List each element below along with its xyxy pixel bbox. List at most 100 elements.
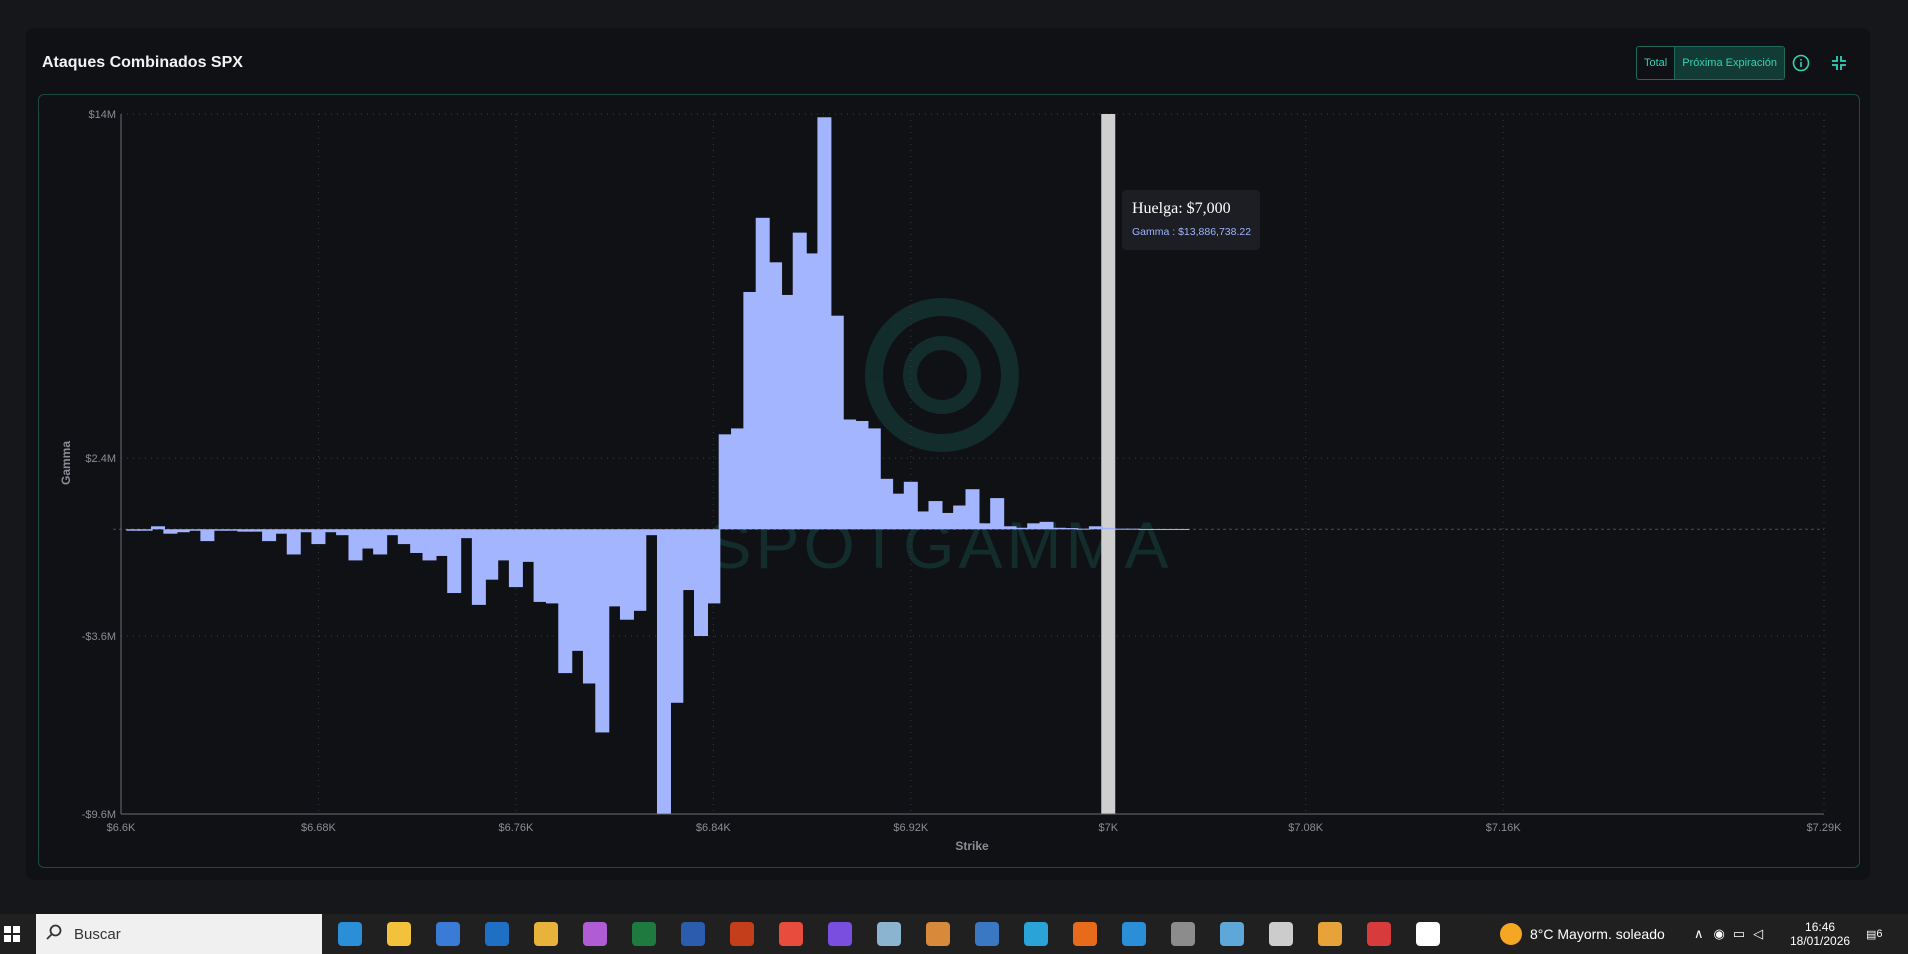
gamma-bar[interactable] — [360, 529, 375, 549]
paint-icon[interactable] — [926, 922, 950, 946]
gamma-bar[interactable] — [595, 529, 610, 733]
gamma-bar[interactable] — [792, 232, 807, 530]
droplet-icon[interactable] — [828, 922, 852, 946]
gamma-bar[interactable] — [348, 529, 363, 561]
gamma-bar[interactable] — [619, 529, 634, 620]
powerpoint-icon[interactable] — [730, 922, 754, 946]
gamma-bar[interactable] — [681, 529, 696, 591]
gamma-bar[interactable] — [1101, 527, 1116, 530]
gamma-bar[interactable] — [953, 505, 968, 530]
gamma-bar[interactable] — [842, 419, 857, 530]
gamma-bar[interactable] — [323, 529, 338, 533]
gamma-bar[interactable] — [916, 511, 931, 530]
tradingview-icon[interactable] — [1416, 922, 1440, 946]
gamma-bar[interactable] — [1088, 526, 1103, 530]
excel-icon[interactable] — [632, 922, 656, 946]
gamma-bar[interactable] — [1113, 528, 1128, 530]
gamma-bar[interactable] — [607, 529, 622, 607]
gamma-bar[interactable] — [1150, 528, 1165, 530]
recorder-icon[interactable] — [1367, 922, 1391, 946]
gamma-bar[interactable] — [286, 529, 301, 555]
gamma-bar[interactable] — [508, 529, 523, 588]
display-icon[interactable] — [1220, 922, 1244, 946]
start-icon[interactable] — [4, 926, 20, 942]
gamma-bar[interactable] — [397, 529, 412, 545]
gamma-bar[interactable] — [977, 523, 992, 530]
gamma-bar[interactable] — [780, 294, 795, 530]
gamma-bar[interactable] — [1027, 523, 1042, 530]
gamma-bar[interactable] — [817, 117, 832, 530]
gamma-bar[interactable] — [434, 529, 449, 556]
gamma-bar[interactable] — [126, 529, 141, 531]
gamma-bar[interactable] — [755, 217, 770, 530]
gamma-bar[interactable] — [706, 529, 721, 604]
gamma-bar[interactable] — [385, 529, 400, 536]
gamma-bar[interactable] — [373, 529, 388, 555]
gamma-bar[interactable] — [718, 434, 733, 530]
gamma-bar[interactable] — [138, 529, 153, 531]
gamma-bar[interactable] — [336, 529, 351, 536]
gamma-bar[interactable] — [731, 428, 746, 530]
gamma-bar[interactable] — [459, 529, 474, 539]
gamma-bar[interactable] — [484, 529, 499, 580]
gamma-bar[interactable] — [212, 529, 227, 531]
gamma-bar[interactable] — [1039, 521, 1054, 530]
gamma-bar[interactable] — [903, 481, 918, 530]
gamma-bar[interactable] — [1064, 528, 1079, 530]
gamma-bar[interactable] — [694, 529, 709, 637]
gamma-bar[interactable] — [1125, 528, 1140, 530]
gamma-bar[interactable] — [175, 529, 190, 533]
gamma-bar[interactable] — [866, 428, 881, 530]
outlook-icon[interactable] — [485, 922, 509, 946]
gamma-bar[interactable] — [311, 529, 326, 545]
gamma-bar[interactable] — [1051, 527, 1066, 530]
gamma-bar[interactable] — [225, 529, 240, 531]
gamma-bar[interactable] — [163, 529, 178, 534]
scanner-icon[interactable] — [1171, 922, 1195, 946]
gamma-bar[interactable] — [188, 529, 203, 531]
gamma-bar[interactable] — [1162, 528, 1177, 530]
gamma-bar[interactable] — [632, 529, 647, 611]
chrome-icon[interactable] — [779, 922, 803, 946]
chevron-up-icon[interactable]: ∧ — [1694, 926, 1704, 942]
gamma-bar[interactable] — [669, 529, 684, 703]
notepad-icon[interactable] — [877, 922, 901, 946]
gamma-bar[interactable] — [965, 489, 980, 530]
edge-icon[interactable] — [338, 922, 362, 946]
gamma-bar[interactable] — [1138, 528, 1153, 530]
volume-icon[interactable]: ◁ — [1753, 926, 1763, 942]
app-icon[interactable] — [1024, 922, 1048, 946]
gamma-bar[interactable] — [422, 529, 437, 561]
gamma-bar[interactable] — [582, 529, 597, 684]
explorer-icon[interactable] — [387, 922, 411, 946]
gamma-bar[interactable] — [496, 529, 511, 561]
gamma-bar[interactable] — [151, 526, 166, 530]
gamma-bar[interactable] — [521, 529, 536, 562]
gamma-bar[interactable] — [656, 529, 671, 814]
gamma-bar[interactable] — [471, 529, 486, 605]
gamma-bar[interactable] — [262, 529, 277, 542]
gamma-bar[interactable] — [1014, 527, 1029, 530]
firefox-icon[interactable] — [1073, 922, 1097, 946]
gamma-bar[interactable] — [879, 478, 894, 530]
gamma-bar[interactable] — [829, 315, 844, 530]
gamma-bar[interactable] — [545, 529, 560, 604]
weather-widget[interactable]: 8°C Mayorm. soleado — [1500, 914, 1665, 954]
gamma-bar[interactable] — [805, 253, 820, 530]
gamma-bar[interactable] — [743, 291, 758, 530]
gamma-bar[interactable] — [891, 493, 906, 530]
notification-center[interactable]: ▤ 6 — [1866, 914, 1883, 954]
clock-icon[interactable] — [1269, 922, 1293, 946]
gamma-bar[interactable] — [200, 529, 215, 542]
drive-icon[interactable] — [534, 922, 558, 946]
gamma-bar[interactable] — [249, 529, 264, 532]
gamma-bar[interactable] — [570, 529, 585, 651]
remote-icon[interactable] — [975, 922, 999, 946]
network-icon[interactable]: ▭ — [1733, 926, 1745, 942]
meet-icon[interactable]: ◉ — [1714, 926, 1725, 942]
gamma-bar[interactable] — [1076, 528, 1091, 530]
gamma-bar[interactable] — [1175, 528, 1190, 530]
word-icon[interactable] — [681, 922, 705, 946]
clock[interactable]: 16:46 18/01/2026 — [1790, 914, 1850, 954]
tray-icons[interactable]: ∧ ◉ ▭ ◁ — [1694, 914, 1763, 954]
